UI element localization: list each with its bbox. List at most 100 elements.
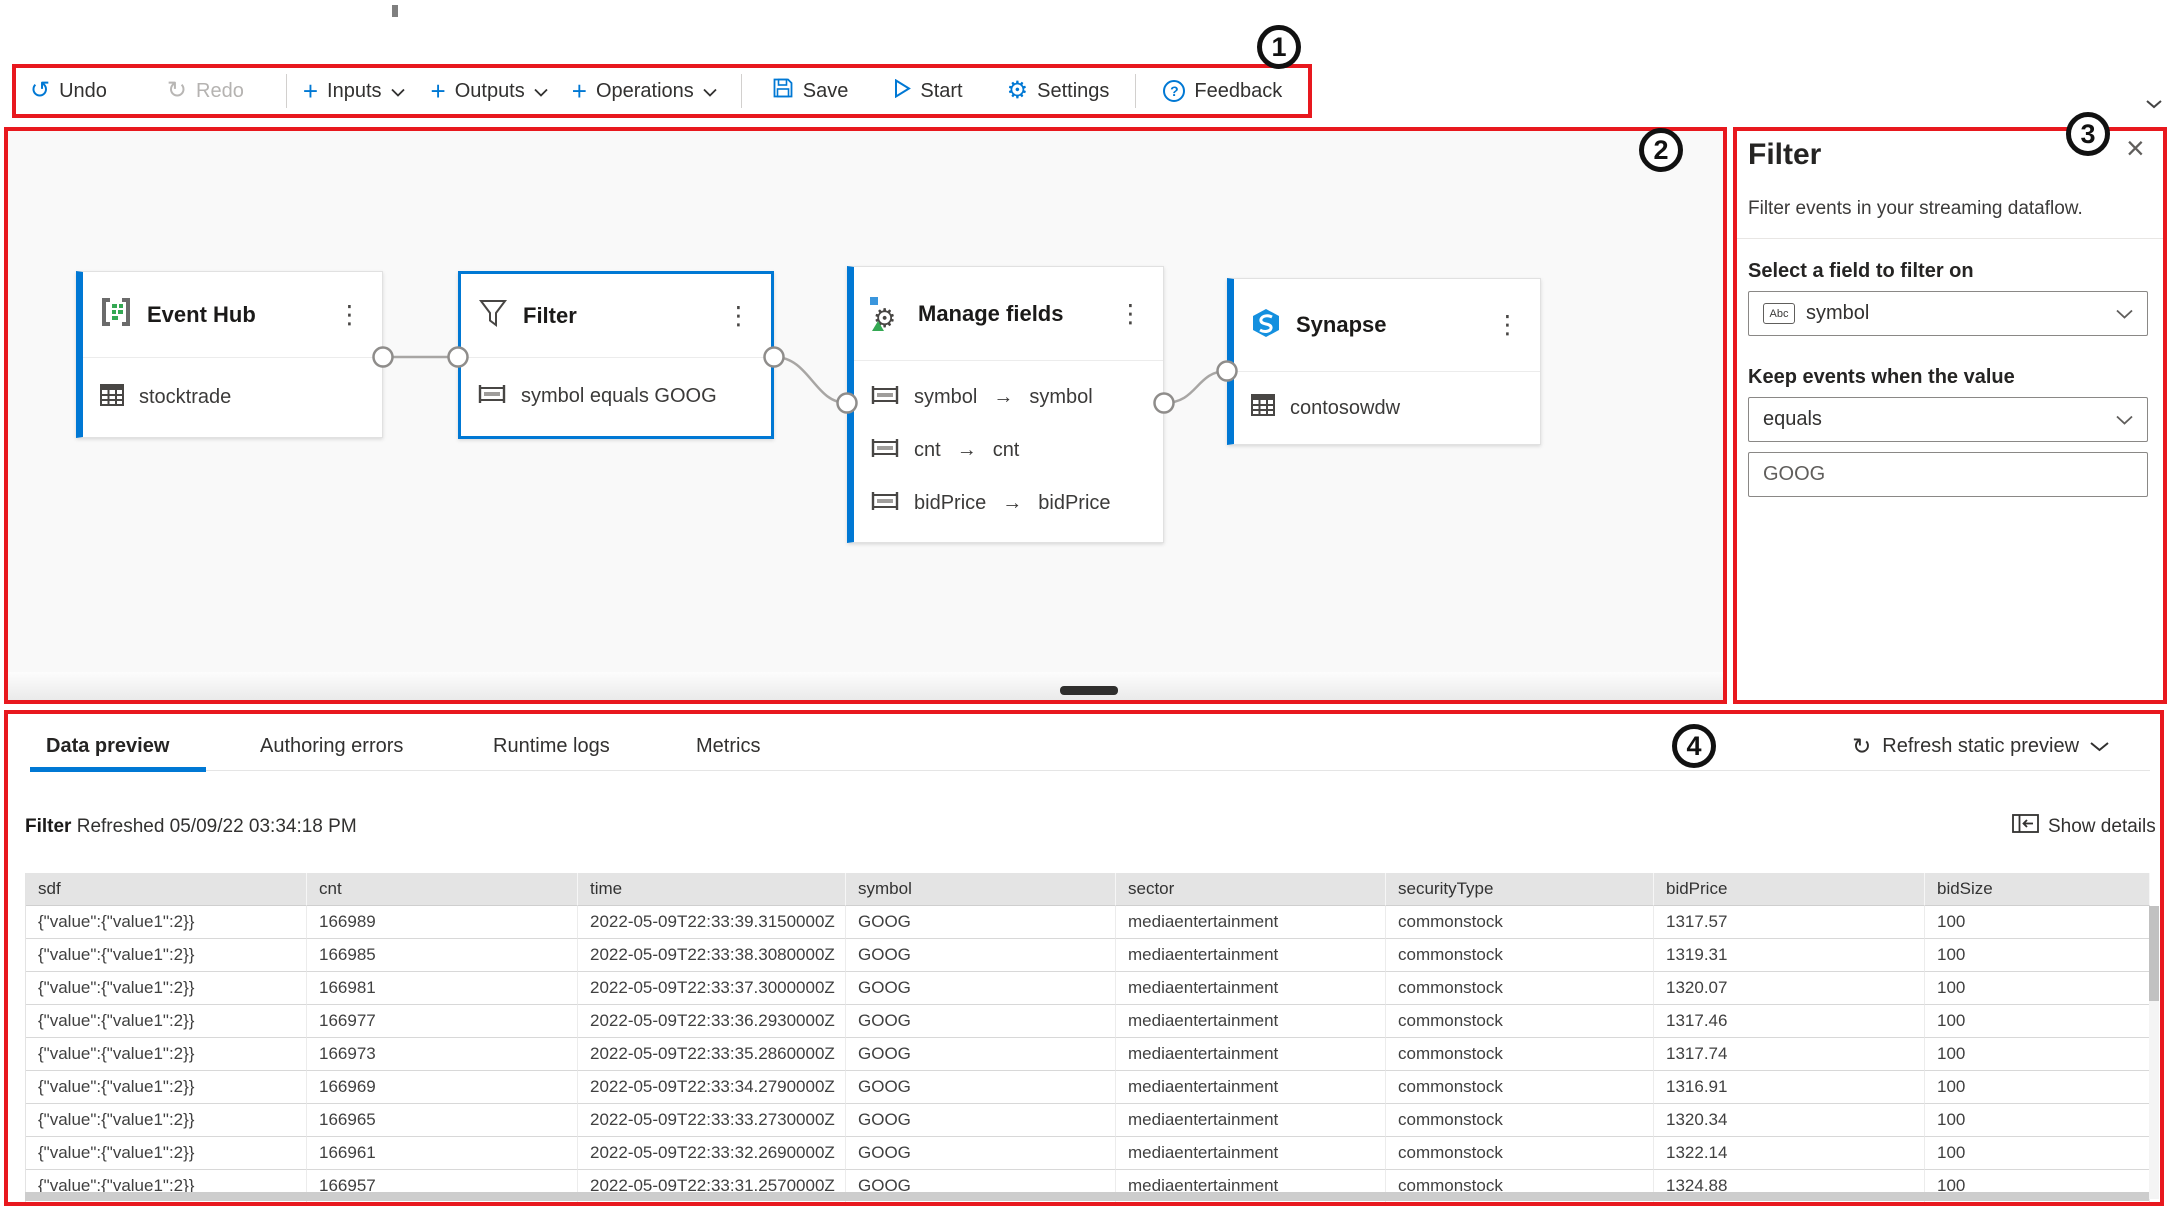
field-select-dropdown[interactable]: Abc symbol — [1748, 291, 2148, 336]
node-subtitle-row: contosowdw — [1234, 372, 1540, 444]
operator-value: equals — [1763, 408, 1822, 431]
node-manage-fields[interactable]: ⚙ Manage fields ⋮ symbol → symbol — [847, 266, 1164, 543]
toolbar-separator — [741, 74, 742, 108]
table-cell: mediaentertainment — [1116, 906, 1386, 939]
column-header[interactable]: sdf — [26, 873, 307, 906]
chevron-down-icon — [703, 80, 717, 103]
manage-fields-icon: ⚙ — [870, 297, 904, 331]
table-cell: mediaentertainment — [1116, 1038, 1386, 1071]
settings-label: Settings — [1037, 80, 1109, 103]
refresh-static-preview-button[interactable]: ↻ Refresh static preview — [1852, 726, 2109, 766]
node-subtitle: contosowdw — [1290, 397, 1400, 420]
undo-button[interactable]: ↺ Undo — [30, 79, 107, 103]
feedback-button[interactable]: ? Feedback — [1163, 80, 1282, 103]
table-cell: {"value":{"value1":2}} — [26, 1038, 307, 1071]
start-button[interactable]: Start — [894, 79, 962, 104]
kebab-menu-icon[interactable]: ⋮ — [1491, 310, 1524, 340]
field-icon — [870, 385, 900, 411]
horizontal-scrollbar[interactable] — [25, 1192, 2149, 1201]
field-target: symbol — [1029, 386, 1092, 409]
table-cell: 1317.57 — [1654, 906, 1925, 939]
table-cell: 100 — [1925, 1071, 2150, 1104]
tab-metrics[interactable]: Metrics — [696, 726, 760, 766]
data-preview-table: sdf cnt time symbol sector securityType … — [25, 873, 2149, 1203]
filter-value-input[interactable] — [1748, 452, 2148, 497]
collapse-chevron-icon[interactable] — [2146, 96, 2162, 114]
inputs-dropdown-button[interactable]: + Inputs — [303, 78, 405, 104]
gear-icon: ⚙ — [1007, 79, 1029, 103]
window-artifact — [392, 5, 398, 17]
play-icon — [894, 79, 911, 104]
chevron-down-icon — [534, 80, 548, 103]
table-cell: GOOG — [846, 1071, 1116, 1104]
node-synapse[interactable]: Synapse ⋮ contosowdw — [1227, 278, 1541, 445]
table-cell: GOOG — [846, 1104, 1116, 1137]
field-mapping-row: cnt → cnt — [854, 424, 1163, 477]
field-mapping-row: symbol → symbol — [854, 371, 1163, 424]
table-cell: 2022-05-09T22:33:37.3000000Z — [578, 972, 846, 1005]
settings-button[interactable]: ⚙ Settings — [1007, 79, 1110, 103]
table-cell: {"value":{"value1":2}} — [26, 1137, 307, 1170]
operator-dropdown[interactable]: equals — [1748, 397, 2148, 442]
table-cell: 166981 — [307, 972, 578, 1005]
save-button[interactable]: Save — [772, 77, 849, 105]
table-cell: 2022-05-09T22:33:32.2690000Z — [578, 1137, 846, 1170]
tab-runtime-logs[interactable]: Runtime logs — [493, 726, 610, 766]
column-header[interactable]: cnt — [307, 873, 578, 906]
event-hub-icon — [99, 295, 133, 334]
preview-status: Filter Refreshed 05/09/22 03:34:18 PM — [25, 816, 357, 838]
table-cell: 100 — [1925, 1137, 2150, 1170]
node-title: Filter — [523, 303, 722, 329]
kebab-menu-icon[interactable]: ⋮ — [1114, 299, 1147, 329]
show-details-icon — [2012, 814, 2039, 839]
kebab-menu-icon[interactable]: ⋮ — [333, 300, 366, 330]
tab-data-preview[interactable]: Data preview — [46, 726, 169, 766]
kebab-menu-icon[interactable]: ⋮ — [722, 301, 755, 331]
field-source: cnt — [914, 439, 941, 462]
table-cell: {"value":{"value1":2}} — [26, 939, 307, 972]
toolbar: ↺ Undo ↻ Redo + Inputs + Outputs + Opera… — [12, 64, 1312, 118]
plus-icon: + — [572, 78, 587, 104]
field-icon — [870, 438, 900, 464]
column-header[interactable]: bidSize — [1925, 873, 2150, 906]
column-header[interactable]: sector — [1116, 873, 1386, 906]
table-cell: 100 — [1925, 1005, 2150, 1038]
table-cell: 1319.31 — [1654, 939, 1925, 972]
close-icon[interactable]: × — [2126, 130, 2145, 167]
table-cell: {"value":{"value1":2}} — [26, 906, 307, 939]
plus-icon: + — [431, 78, 446, 104]
column-header[interactable]: securityType — [1386, 873, 1654, 906]
table-cell: 166985 — [307, 939, 578, 972]
annotation-number-4: 4 — [1672, 724, 1716, 768]
save-icon — [772, 77, 794, 105]
node-subtitle: symbol equals GOOG — [521, 385, 717, 408]
annotation-number-1: 1 — [1257, 25, 1301, 69]
redo-button[interactable]: ↻ Redo — [167, 79, 244, 103]
outputs-dropdown-button[interactable]: + Outputs — [431, 78, 548, 104]
node-event-hub[interactable]: Event Hub ⋮ stocktrade — [76, 271, 383, 438]
field-select-value: symbol — [1806, 302, 1869, 325]
connector-managefields-synapse — [1164, 371, 1227, 403]
field-select-label: Select a field to filter on — [1748, 260, 1974, 283]
column-header[interactable]: bidPrice — [1654, 873, 1925, 906]
show-details-button[interactable]: Show details — [2012, 814, 2156, 839]
dataflow-canvas[interactable]: Event Hub ⋮ stocktrade — [4, 127, 1727, 704]
column-header[interactable]: symbol — [846, 873, 1116, 906]
table-cell: 1322.14 — [1654, 1137, 1925, 1170]
tab-authoring-errors[interactable]: Authoring errors — [260, 726, 403, 766]
operations-label: Operations — [596, 80, 694, 103]
panel-resize-handle[interactable] — [1060, 686, 1118, 695]
column-header[interactable]: time — [578, 873, 846, 906]
node-header: Synapse ⋮ — [1234, 279, 1540, 371]
field-source: symbol — [914, 386, 977, 409]
operations-dropdown-button[interactable]: + Operations — [572, 78, 717, 104]
node-filter[interactable]: Filter ⋮ symbol equals GOOG — [458, 271, 774, 439]
table-cell: {"value":{"value1":2}} — [26, 1005, 307, 1038]
start-label: Start — [920, 80, 962, 103]
annotation-number-2: 2 — [1639, 128, 1683, 172]
chevron-down-icon — [2116, 408, 2133, 431]
vertical-scrollbar-thumb[interactable] — [2149, 906, 2159, 1001]
field-icon — [870, 491, 900, 517]
arrow-right-icon: → — [991, 386, 1015, 409]
vertical-scrollbar[interactable] — [2149, 906, 2159, 1199]
